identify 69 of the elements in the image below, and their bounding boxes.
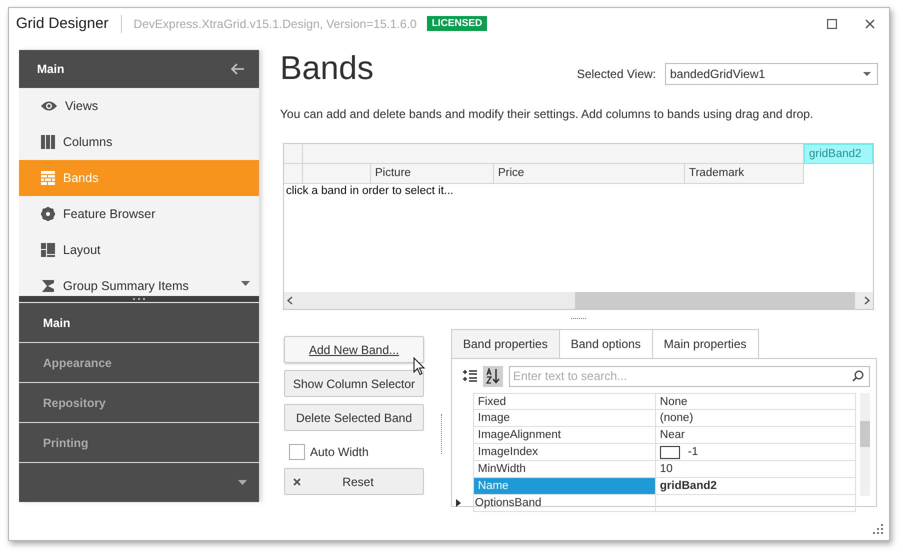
- checkbox[interactable]: [289, 444, 305, 460]
- sidebar-item[interactable]: Columns: [19, 124, 259, 160]
- splitter-grip-icon[interactable]: [133, 298, 145, 300]
- column-header[interactable]: Trademark: [685, 164, 804, 184]
- action-button[interactable]: Show Column Selector: [284, 370, 424, 397]
- property-name[interactable]: OptionsBand: [472, 495, 655, 512]
- maximize-icon: [827, 18, 837, 28]
- version-text: DevExpress.XtraGrid.v15.1.Design, Version=15.1.6.0: [134, 16, 417, 30]
- nav-group[interactable]: Main: [19, 303, 259, 344]
- property-value[interactable]: Near: [654, 427, 856, 444]
- property-value[interactable]: None: [654, 393, 856, 410]
- property-value[interactable]: (none): [654, 410, 856, 427]
- view-dropdown[interactable]: bandedGridView1: [665, 63, 878, 85]
- expand-arrow-icon[interactable]: [456, 499, 461, 507]
- property-name[interactable]: ImageAlignment: [472, 427, 655, 444]
- tab[interactable]: Main properties: [652, 329, 759, 358]
- license-badge: LICENSED: [426, 16, 488, 31]
- sort-icon: [485, 368, 501, 384]
- page-title: Bands: [280, 48, 374, 88]
- tab[interactable]: Band properties: [451, 329, 560, 358]
- search-field[interactable]: Enter text to search...: [509, 366, 870, 386]
- property-name[interactable]: Image: [472, 410, 655, 427]
- vertical-scrollbar[interactable]: [860, 393, 870, 496]
- scrollbar-thumb[interactable]: [575, 292, 855, 309]
- scrollbar-thumb[interactable]: [860, 421, 870, 447]
- nav-group[interactable]: Appearance: [19, 343, 259, 384]
- table-icon: [41, 170, 55, 185]
- horizontal-scrollbar[interactable]: [284, 292, 873, 309]
- list-icon: [462, 369, 478, 383]
- scroll-down-icon[interactable]: [241, 281, 250, 286]
- description-text: You can add and delete bands and modify their settings. Add columns to bands using drag and drop.: [280, 107, 814, 121]
- action-button[interactable]: Delete Selected Band: [284, 404, 424, 431]
- sigma-icon: [41, 278, 55, 293]
- image-swatch: [660, 446, 680, 458]
- dropdown-arrow-icon[interactable]: [863, 72, 871, 76]
- action-button[interactable]: Add New Band...: [284, 336, 424, 363]
- resize-grip-icon[interactable]: [873, 524, 883, 534]
- property-name[interactable]: Fixed: [472, 393, 655, 410]
- sidebar-item[interactable]: Feature Browser: [19, 196, 259, 232]
- cursor-icon: [413, 357, 426, 376]
- property-value[interactable]: -1: [654, 444, 856, 461]
- eye-icon: [41, 100, 57, 112]
- sidebar-item[interactable]: Layout: [19, 232, 259, 268]
- reset-button[interactable]: Reset: [284, 468, 424, 495]
- scroll-left-icon[interactable]: [287, 296, 293, 305]
- window-title: Grid Designer: [16, 15, 109, 32]
- column-header[interactable]: Price: [494, 164, 685, 184]
- grid-hint-text: click a band in order to select it...: [286, 185, 454, 197]
- sidebar-item[interactable]: Group Summary Items: [19, 268, 259, 296]
- selected-view-label: Selected View:: [576, 67, 656, 81]
- layout-icon: [41, 242, 55, 257]
- property-value[interactable]: 10: [654, 461, 856, 478]
- search-icon: [852, 370, 864, 382]
- column-header[interactable]: Picture: [371, 164, 494, 184]
- scroll-right-icon[interactable]: [864, 296, 870, 305]
- nav-group[interactable]: Repository: [19, 383, 259, 424]
- property-value[interactable]: gridBand2: [654, 478, 856, 495]
- sidebar-item[interactable]: Views: [19, 88, 259, 124]
- gear-icon: [41, 206, 55, 221]
- alphabetical-sort-button[interactable]: [483, 366, 503, 386]
- nav-group[interactable]: Printing: [19, 423, 259, 464]
- checkbox-label: Auto Width: [310, 445, 369, 459]
- close-icon: [293, 478, 301, 486]
- close-icon: [865, 18, 875, 28]
- property-name[interactable]: ImageIndex: [472, 444, 655, 461]
- columns-icon: [41, 134, 55, 149]
- dropdown-arrow-icon[interactable]: [238, 480, 247, 486]
- back-arrow-icon[interactable]: [231, 62, 245, 75]
- sidebar-title: Main: [37, 62, 64, 76]
